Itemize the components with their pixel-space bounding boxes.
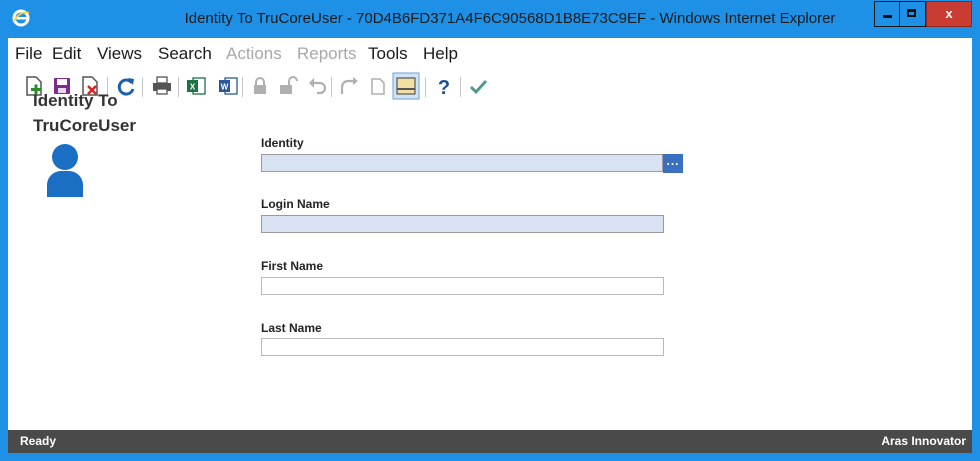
- item-title-line2: TruCoreUser: [33, 116, 136, 135]
- product-name: Aras Innovator: [881, 434, 966, 448]
- menu-tools[interactable]: Tools: [368, 44, 408, 64]
- menu-reports[interactable]: Reports: [297, 44, 357, 64]
- title-bar[interactable]: Identity To TruCoreUser - 70D4B6FD371A4F…: [0, 0, 980, 38]
- toggle-panel-icon[interactable]: [392, 72, 420, 100]
- version-icon[interactable]: [366, 74, 390, 98]
- menu-help[interactable]: Help: [423, 44, 458, 64]
- login-name-label: Login Name: [261, 197, 330, 211]
- identity-picker-button[interactable]: ...: [663, 154, 683, 173]
- svg-text:W: W: [221, 83, 229, 92]
- maximize-button[interactable]: [900, 1, 926, 27]
- menu-bar: File Edit Views Search Actions Reports T…: [8, 38, 972, 68]
- done-icon[interactable]: [466, 74, 490, 98]
- last-name-field[interactable]: [261, 338, 664, 356]
- promote-icon[interactable]: [337, 74, 361, 98]
- last-name-label: Last Name: [261, 321, 322, 335]
- window-title: Identity To TruCoreUser - 70D4B6FD371A4F…: [184, 10, 836, 27]
- lock-icon[interactable]: [248, 74, 272, 98]
- status-text: Ready: [20, 434, 57, 448]
- minimize-button[interactable]: [874, 1, 900, 27]
- word-icon[interactable]: W: [216, 74, 240, 98]
- login-name-field[interactable]: [261, 215, 664, 233]
- toolbar-separator: [425, 77, 426, 97]
- first-name-label: First Name: [261, 259, 324, 273]
- status-bar: Ready Aras Innovator: [8, 430, 972, 453]
- minimize-icon: [883, 15, 892, 18]
- menu-edit[interactable]: Edit: [52, 44, 81, 64]
- svg-text:?: ?: [438, 77, 450, 98]
- menu-file[interactable]: File: [15, 44, 42, 64]
- identity-label: Identity: [261, 136, 304, 150]
- item-title: Identity To TruCoreUser: [33, 88, 193, 138]
- first-name-field[interactable]: [261, 277, 664, 295]
- user-icon: [47, 144, 83, 197]
- undo-icon[interactable]: [305, 74, 329, 98]
- menu-views[interactable]: Views: [97, 44, 142, 64]
- maximize-icon: [907, 9, 916, 17]
- close-button[interactable]: x: [926, 1, 972, 27]
- app-client-area: File Edit Views Search Actions Reports T…: [8, 38, 972, 453]
- unlock-icon[interactable]: [276, 74, 300, 98]
- identity-field[interactable]: [261, 154, 663, 172]
- toolbar-separator: [242, 77, 243, 97]
- item-title-line1: Identity To: [33, 91, 118, 110]
- toolbar-separator: [331, 77, 332, 97]
- help-icon[interactable]: ?: [432, 74, 456, 98]
- toolbar-separator: [460, 77, 461, 97]
- menu-search[interactable]: Search: [158, 44, 212, 64]
- menu-actions[interactable]: Actions: [226, 44, 282, 64]
